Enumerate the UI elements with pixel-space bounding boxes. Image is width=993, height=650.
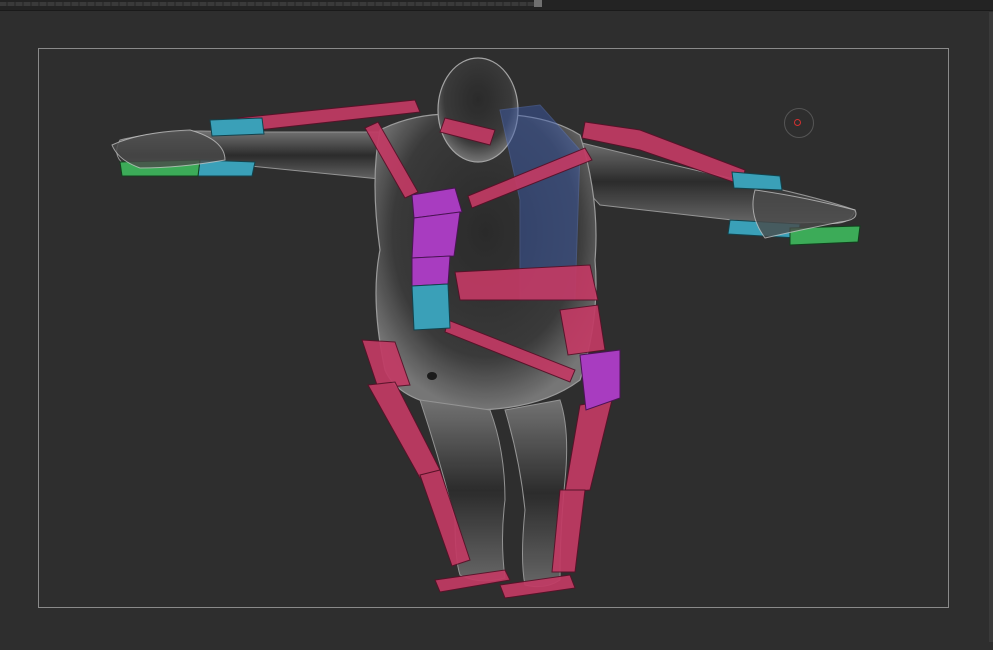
pivot-dot-icon bbox=[794, 119, 801, 126]
pivot-circle-icon[interactable] bbox=[784, 108, 814, 138]
viewport[interactable] bbox=[0, 0, 993, 650]
safe-frame bbox=[38, 48, 949, 608]
